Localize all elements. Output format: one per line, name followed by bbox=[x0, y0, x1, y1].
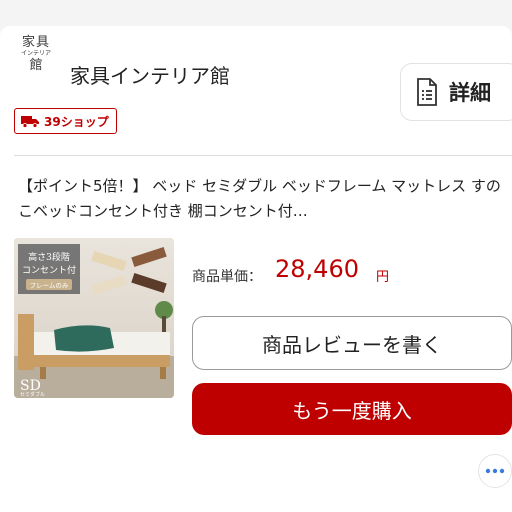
shop-logo-line3: 館 bbox=[29, 58, 43, 73]
buy-again-button[interactable]: もう一度購入 bbox=[192, 383, 512, 435]
write-review-button[interactable]: 商品レビューを書く bbox=[192, 316, 512, 370]
image-sub: フレームのみ bbox=[30, 282, 69, 290]
divider bbox=[14, 155, 512, 156]
image-heading: 高さ3段階 bbox=[28, 251, 70, 263]
product-image-art: 高さ3段階 コンセント付 フレームのみ SD セミダブル bbox=[14, 238, 174, 398]
price-label: 商品単価： bbox=[192, 269, 262, 285]
more-icon bbox=[485, 468, 505, 474]
shop-logo-line2: インテリア bbox=[20, 50, 51, 57]
shop-name[interactable]: 家具インテリア館 bbox=[70, 60, 230, 89]
shop-logo[interactable]: 家具 インテリア 館 bbox=[16, 26, 56, 82]
badge-label: 39ショップ bbox=[44, 114, 109, 129]
more-options-button[interactable] bbox=[478, 454, 512, 488]
image-heading2: コンセント付 bbox=[22, 265, 76, 276]
shop-39-badge: 39ショップ bbox=[14, 108, 117, 134]
price-unit: 円 bbox=[376, 270, 390, 285]
detail-label: 詳細 bbox=[449, 81, 491, 105]
truck-icon bbox=[21, 116, 39, 128]
image-size-sub: セミダブル bbox=[20, 391, 45, 398]
doc-icon bbox=[417, 78, 437, 106]
shop-logo-line1: 家具 bbox=[21, 35, 50, 50]
detail-button[interactable]: 詳細 bbox=[400, 63, 512, 121]
product-image[interactable]: 高さ3段階 コンセント付 フレームのみ SD セミダブル bbox=[14, 238, 174, 398]
product-title[interactable]: 【ポイント5倍！】 ベッド セミダブル ベッドフレーム マットレス すのこベッド… bbox=[18, 174, 508, 224]
price-value: 28,460 bbox=[275, 255, 359, 283]
